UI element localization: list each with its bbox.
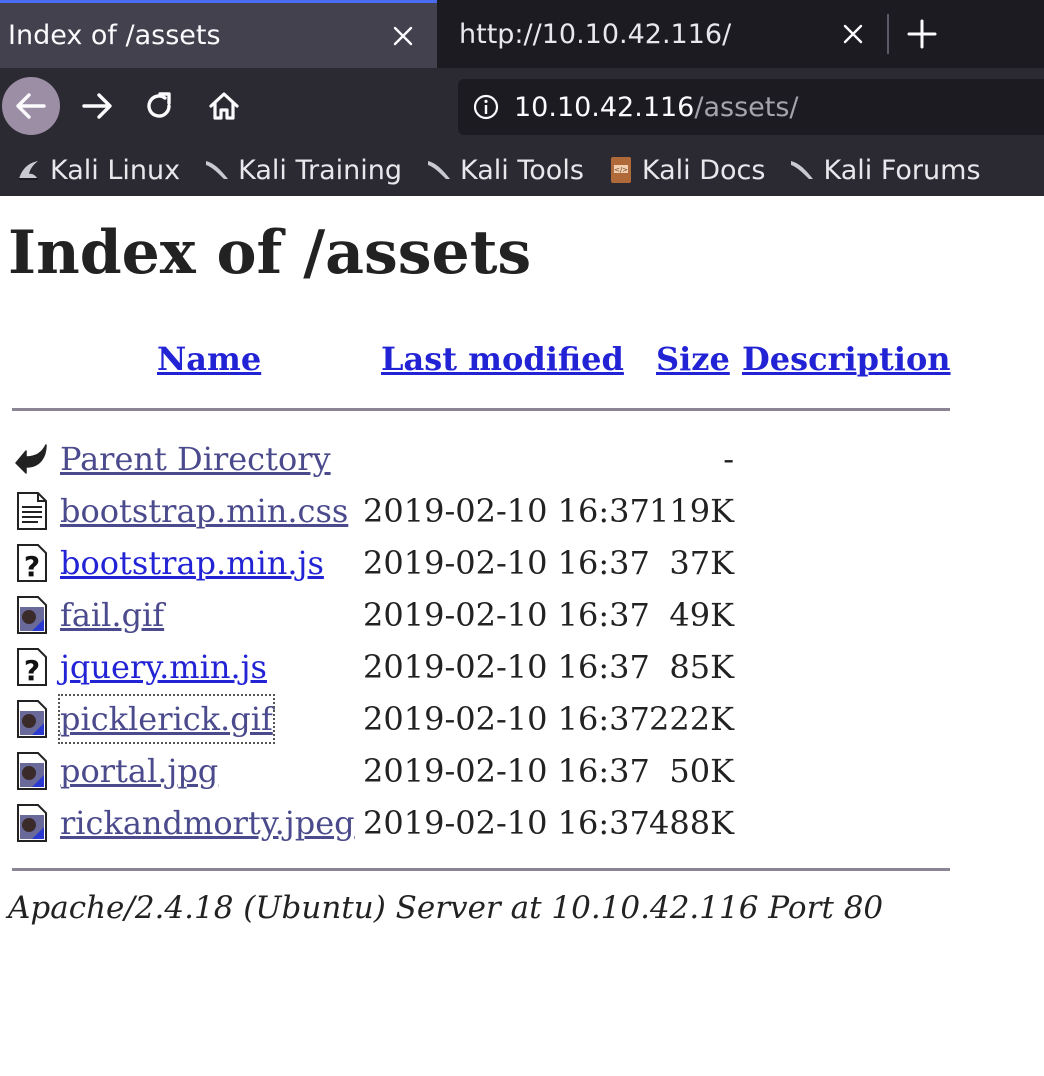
- kali-dragon-icon: [202, 155, 232, 185]
- text-file-icon: [12, 491, 52, 531]
- file-date: 2019-02-10 16:37: [363, 492, 650, 530]
- file-link[interactable]: picklerick.gif: [58, 694, 275, 744]
- bookmark-kali-training[interactable]: Kali Training: [202, 155, 402, 186]
- close-icon[interactable]: [833, 14, 873, 54]
- unknown-file-icon: ?: [12, 543, 52, 583]
- forward-button[interactable]: [68, 77, 126, 135]
- column-header-name[interactable]: Name: [157, 340, 261, 378]
- file-size: 50K: [669, 752, 734, 790]
- close-icon[interactable]: [383, 16, 423, 56]
- kali-docs-icon: </>: [606, 155, 636, 185]
- file-date: 2019-02-10 16:37: [363, 544, 650, 582]
- file-link[interactable]: portal.jpg: [60, 748, 218, 794]
- file-size: 37K: [669, 544, 734, 582]
- file-date: 2019-02-10 16:37: [363, 648, 650, 686]
- file-link[interactable]: Parent Directory: [60, 436, 331, 482]
- file-size: 49K: [669, 596, 734, 634]
- list-item: picklerick.gif 2019-02-10 16:37 222K: [12, 694, 972, 744]
- url-text: 10.10.42.116/assets/: [514, 92, 799, 123]
- file-size: 119K: [649, 492, 734, 530]
- back-button[interactable]: [2, 77, 60, 135]
- image-file-icon: [12, 803, 52, 843]
- file-size: 488K: [649, 804, 734, 842]
- bookmark-kali-forums[interactable]: Kali Forums: [787, 154, 981, 186]
- list-item: Parent Directory -: [12, 436, 972, 482]
- bookmark-label: Kali Docs: [641, 154, 766, 186]
- url-path: /assets/: [694, 91, 799, 123]
- file-date: 2019-02-10 16:37: [363, 700, 650, 738]
- tab-http-host[interactable]: http://10.10.42.116/: [437, 0, 887, 68]
- file-link[interactable]: bootstrap.min.css: [60, 488, 348, 534]
- bookmark-label: Kali Training: [238, 154, 403, 186]
- tab-index-of-assets[interactable]: Index of /assets: [0, 0, 437, 68]
- tab-title: http://10.10.42.116/: [459, 18, 732, 50]
- arrow-left-icon: [16, 93, 46, 119]
- reload-icon: [147, 92, 171, 118]
- file-size: -: [723, 440, 734, 478]
- image-file-icon: [12, 699, 52, 739]
- kali-dragon-icon: [424, 155, 454, 185]
- tab-bar: Index of /assets http://10.10.42.116/: [0, 0, 1044, 68]
- kali-dragon-icon: [14, 155, 44, 185]
- image-file-icon: [12, 595, 52, 635]
- reload-button[interactable]: [130, 77, 188, 135]
- column-header-last-modified[interactable]: Last modified: [381, 340, 624, 378]
- divider: [12, 868, 950, 871]
- plus-icon[interactable]: [898, 10, 946, 58]
- tab-separator: [887, 14, 889, 54]
- list-item: ? bootstrap.min.js 2019-02-10 16:37 37K: [12, 540, 972, 586]
- file-date: 2019-02-10 16:37: [363, 804, 650, 842]
- svg-text:?: ?: [24, 550, 40, 583]
- arrow-right-icon: [82, 93, 112, 119]
- column-header-size[interactable]: Size: [656, 340, 730, 378]
- home-button[interactable]: [195, 77, 253, 135]
- info-icon[interactable]: [458, 93, 514, 121]
- bookmark-kali-tools[interactable]: Kali Tools: [424, 155, 584, 186]
- back-folder-icon: [12, 439, 52, 479]
- file-link[interactable]: fail.gif: [60, 592, 164, 638]
- file-date: 2019-02-10 16:37: [363, 596, 650, 634]
- file-size: 222K: [649, 700, 734, 738]
- file-link[interactable]: rickandmorty.jpeg: [60, 800, 355, 846]
- list-item: fail.gif 2019-02-10 16:37 49K: [12, 592, 972, 638]
- bookmark-kali-linux[interactable]: Kali Linux: [14, 155, 180, 186]
- page-title: Index of /assets: [8, 218, 532, 288]
- list-item: rickandmorty.jpeg 2019-02-10 16:37 488K: [12, 800, 972, 846]
- tab-title: Index of /assets: [8, 20, 221, 51]
- svg-text:</>: </>: [614, 166, 628, 174]
- list-item: bootstrap.min.css 2019-02-10 16:37 119K: [12, 488, 972, 534]
- home-icon: [209, 92, 239, 120]
- bookmark-label: Kali Forums: [823, 154, 981, 186]
- url-host: 10.10.42.116: [514, 91, 695, 123]
- kali-dragon-icon: [787, 155, 817, 185]
- file-size: 85K: [669, 648, 734, 686]
- file-link[interactable]: jquery.min.js: [60, 644, 267, 690]
- svg-text:?: ?: [24, 654, 40, 687]
- column-header-description[interactable]: Description: [742, 340, 951, 378]
- bookmark-label: Kali Tools: [460, 154, 584, 186]
- list-item: portal.jpg 2019-02-10 16:37 50K: [12, 748, 972, 794]
- navigation-toolbar: 10.10.42.116/assets/: [0, 68, 1044, 144]
- server-signature: Apache/2.4.18 (Ubuntu) Server at 10.10.4…: [8, 890, 884, 926]
- unknown-file-icon: ?: [12, 647, 52, 687]
- page-content: Index of /assets Name Last modified Size…: [0, 196, 1044, 1076]
- divider: [12, 408, 950, 411]
- image-file-icon: [12, 751, 52, 791]
- bookmark-label: Kali Linux: [50, 154, 181, 186]
- file-date: 2019-02-10 16:37: [363, 752, 650, 790]
- bookmarks-toolbar: Kali Linux Kali Training Kali Tools </> …: [0, 144, 1044, 196]
- bookmark-kali-docs[interactable]: </> Kali Docs: [606, 154, 766, 186]
- url-bar[interactable]: 10.10.42.116/assets/: [458, 79, 1044, 135]
- file-link[interactable]: bootstrap.min.js: [60, 540, 324, 586]
- list-item: ? jquery.min.js 2019-02-10 16:37 85K: [12, 644, 972, 690]
